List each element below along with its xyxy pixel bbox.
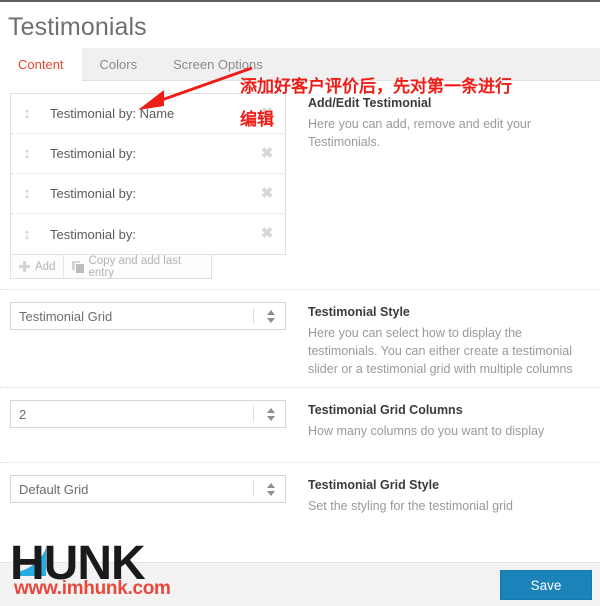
testimonial-list: ↕ Testimonial by: Name ✖ ↕ Testimonial b… (10, 93, 286, 255)
tab-colors-label: Colors (99, 56, 138, 72)
drag-handle-icon[interactable]: ↕ (19, 186, 35, 201)
grid-style-value: Default Grid (19, 481, 89, 497)
copy-and-add-last-entry-button[interactable]: Copy and add last entry (63, 254, 211, 279)
testimonial-style-help: Testimonial Style Here you can select ho… (300, 302, 592, 387)
section-grid-style: Default Grid Testimonial Grid Style Set … (0, 463, 600, 537)
page-title: Testimonials (8, 13, 147, 41)
section-description: Here you can add, remove and edit your T… (308, 117, 532, 149)
section-description: Set the styling for the testimonial grid (308, 499, 513, 513)
testimonial-style-control: Testimonial Grid (0, 302, 300, 387)
section-description: How many columns do you want to display (308, 424, 545, 438)
section-title: Testimonial Grid Style (308, 478, 440, 492)
tab-content[interactable]: Content (0, 48, 82, 81)
section-add-edit-testimonial: ↕ Testimonial by: Name ✖ ↕ Testimonial b… (0, 81, 600, 289)
list-item[interactable]: ↕ Testimonial by: ✖ (11, 174, 285, 214)
save-button-label: Save (530, 577, 562, 593)
chevron-updown-icon[interactable] (263, 482, 279, 496)
tab-content-label: Content (18, 56, 64, 72)
drag-handle-icon[interactable]: ↕ (19, 227, 35, 242)
tab-colors[interactable]: Colors (82, 48, 156, 80)
grid-columns-control: 2 (0, 400, 300, 462)
grid-style-select[interactable]: Default Grid (10, 475, 286, 503)
list-item-label: Testimonial by: (50, 186, 136, 201)
testimonial-list-column: ↕ Testimonial by: Name ✖ ↕ Testimonial b… (0, 93, 300, 289)
list-item[interactable]: ↕ Testimonial by: ✖ (11, 214, 285, 254)
close-icon[interactable]: ✖ (259, 105, 275, 122)
section-title: Testimonial Style (308, 305, 410, 319)
list-item[interactable]: ↕ Testimonial by: ✖ (11, 134, 285, 174)
drag-handle-icon[interactable]: ↕ (19, 146, 35, 161)
select-separator (253, 308, 254, 324)
close-icon[interactable]: ✖ (259, 145, 275, 162)
copy-icon (72, 261, 86, 274)
drag-handle-icon[interactable]: ↕ (19, 106, 35, 121)
add-button[interactable]: Add (11, 255, 63, 278)
select-separator (253, 406, 254, 422)
save-button[interactable]: Save (500, 570, 592, 600)
section-grid-columns: 2 Testimonial Grid Columns How many colu… (0, 388, 600, 462)
testimonial-list-help: Add/Edit Testimonial Here you can add, r… (300, 93, 592, 289)
section-title: Add/Edit Testimonial (308, 96, 432, 110)
grid-style-control: Default Grid (0, 475, 300, 537)
tab-screen-options-label: Screen Options (173, 56, 263, 72)
grid-columns-select[interactable]: 2 (10, 400, 286, 428)
plus-icon (19, 261, 30, 272)
grid-style-help: Testimonial Grid Style Set the styling f… (300, 475, 592, 537)
grid-columns-value: 2 (19, 406, 27, 422)
grid-columns-help: Testimonial Grid Columns How many column… (300, 400, 592, 462)
list-item[interactable]: ↕ Testimonial by: Name ✖ (11, 94, 285, 134)
section-testimonial-style: Testimonial Grid Testimonial Style Here … (0, 290, 600, 387)
add-button-label: Add (35, 260, 56, 273)
list-action-bar: Add Copy and add last entry (10, 255, 212, 279)
testimonial-style-value: Testimonial Grid (19, 308, 113, 324)
tab-bar: Content Colors Screen Options (0, 48, 600, 81)
testimonial-style-select[interactable]: Testimonial Grid (10, 302, 286, 330)
footer-bar: Save (0, 562, 600, 606)
list-item-label: Testimonial by: (50, 226, 136, 242)
list-item-label: Testimonial by: (50, 146, 136, 161)
close-icon[interactable]: ✖ (259, 226, 275, 242)
chevron-updown-icon[interactable] (263, 309, 279, 323)
section-title: Testimonial Grid Columns (308, 403, 463, 417)
section-description: Here you can select how to display the t… (308, 326, 573, 376)
chevron-updown-icon[interactable] (263, 407, 279, 421)
copy-button-label: Copy and add last entry (88, 254, 182, 279)
close-icon[interactable]: ✖ (259, 185, 275, 202)
select-separator (253, 481, 254, 497)
settings-content: ↕ Testimonial by: Name ✖ ↕ Testimonial b… (0, 81, 600, 537)
page-header: Testimonials (0, 2, 600, 48)
tab-screen-options[interactable]: Screen Options (155, 48, 281, 80)
list-item-label: Testimonial by: Name (50, 106, 175, 121)
